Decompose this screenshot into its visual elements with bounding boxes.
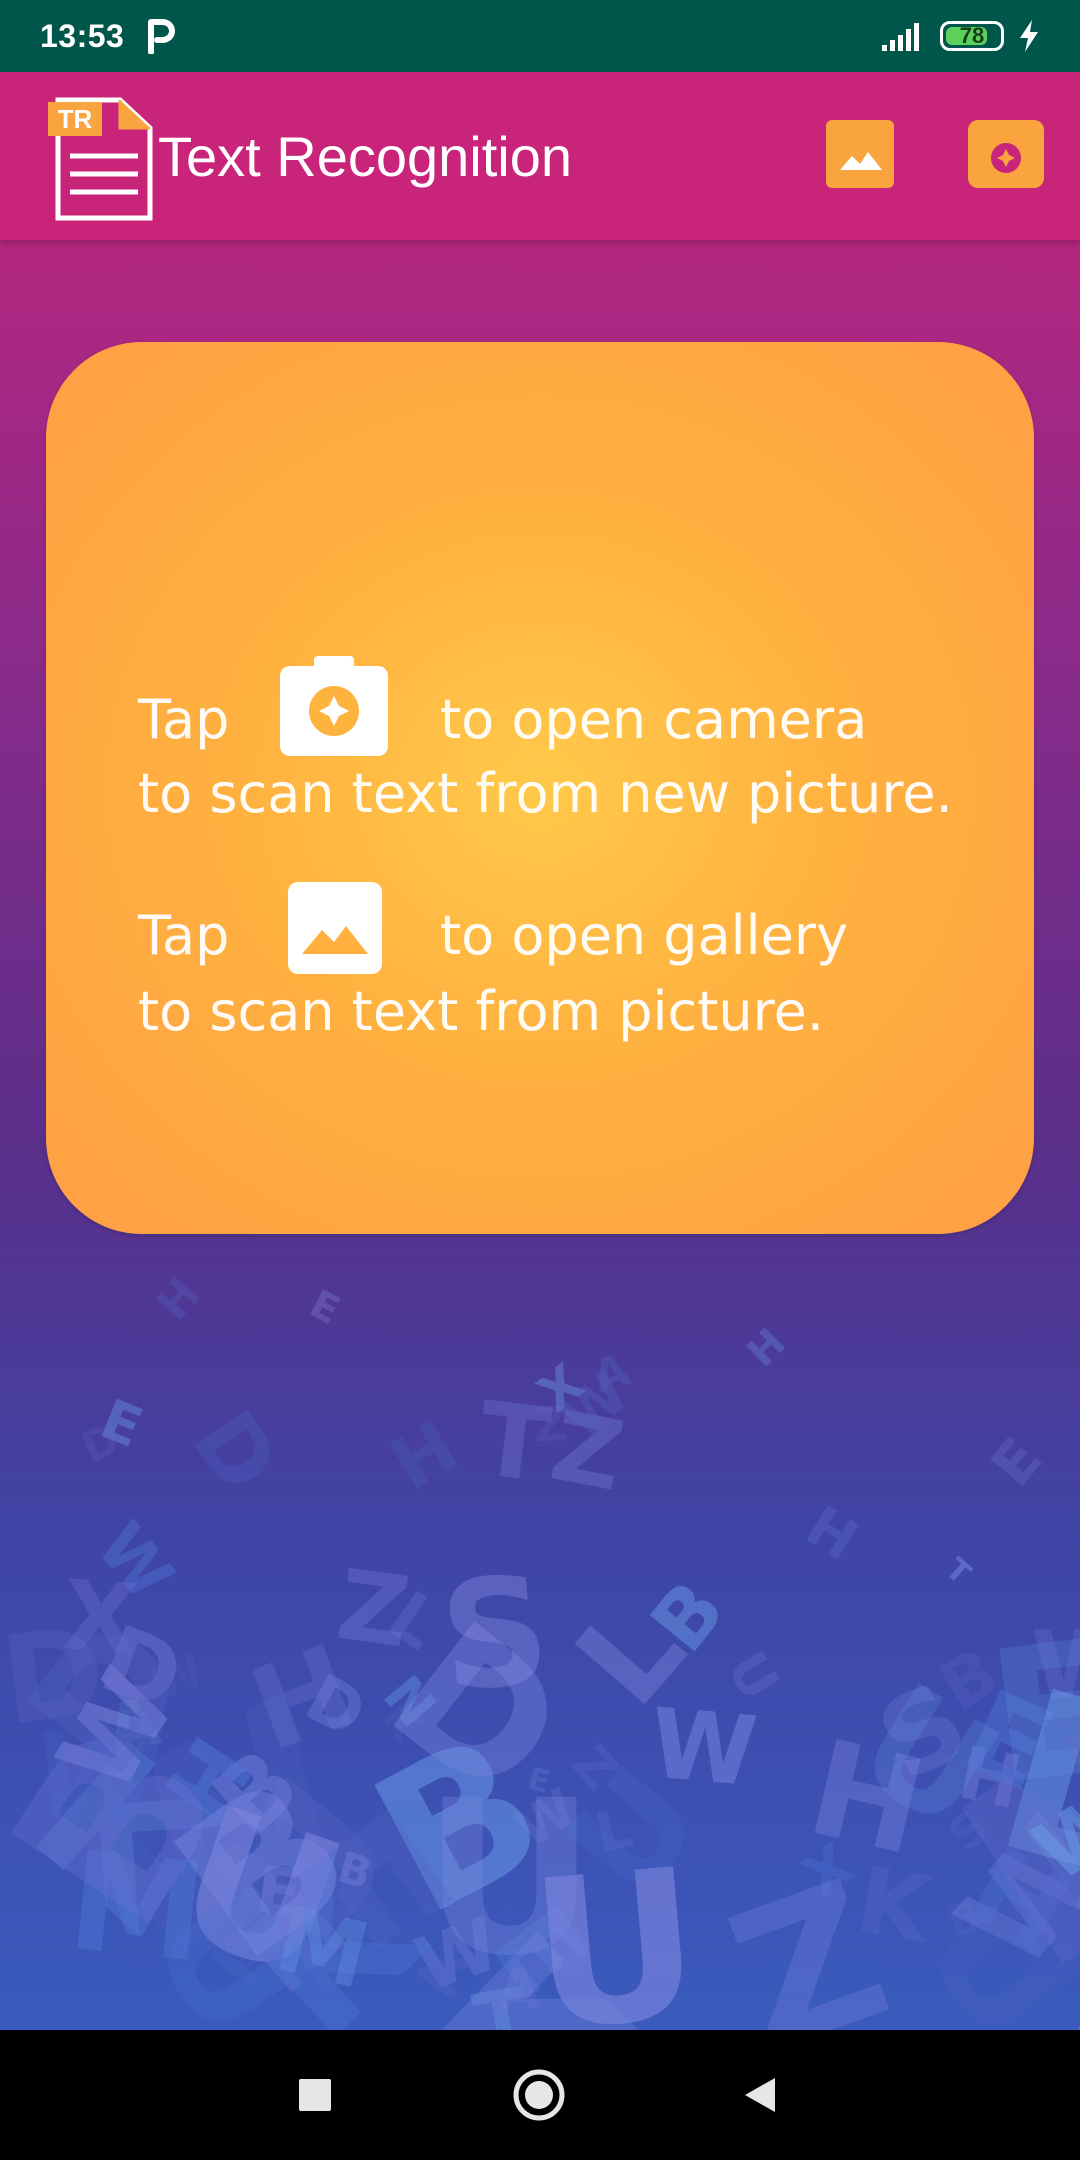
- recents-button[interactable]: [280, 2060, 350, 2130]
- letters-background: WZUEDTUBKHXEWSHMABD EWUNKZLHWEBDWZUEDTU B K…: [0, 1267, 1080, 2030]
- battery-icon: 78: [940, 21, 1004, 51]
- signal-icon: [882, 23, 919, 51]
- navigation-bar: [0, 2030, 1080, 2160]
- background-letter: E: [978, 1425, 1056, 1499]
- image-icon: [302, 926, 368, 954]
- gallery-button[interactable]: [826, 120, 894, 188]
- battery-level: 78: [959, 23, 985, 48]
- app-title: Text Recognition: [158, 125, 573, 188]
- background-letter: H: [376, 1404, 471, 1507]
- image-icon: [840, 152, 882, 170]
- square-icon: [299, 2079, 331, 2111]
- background-letter: H: [146, 1267, 211, 1330]
- app-toolbar: TR Text Recognition: [0, 72, 1080, 240]
- gallery-action-text: to open gallery: [440, 904, 849, 967]
- camera-button[interactable]: [968, 120, 1044, 188]
- status-bar: 13:53 78: [0, 0, 1080, 72]
- camera-icon: [991, 124, 1021, 173]
- camera-icon: [309, 656, 359, 736]
- background-letter: H: [739, 1320, 795, 1376]
- back-button[interactable]: [726, 2060, 796, 2130]
- camera-hint-icon: [280, 656, 388, 756]
- logo-badge: TR: [58, 104, 93, 134]
- circle-icon: [513, 2069, 565, 2121]
- instruction-card: Tap to open camera to scan text from new…: [46, 342, 1034, 1234]
- app-logo-icon: TR: [48, 97, 153, 221]
- camera-action-text: to open camera: [440, 688, 868, 751]
- background-letter: S: [434, 1544, 556, 1726]
- background-letter: E: [302, 1282, 346, 1334]
- gallery-hint-icon: [288, 882, 382, 974]
- gallery-desc-text: to scan text from picture.: [138, 980, 825, 1043]
- background-letter: W: [28, 1708, 166, 1852]
- parking-app-icon: [148, 19, 176, 54]
- charging-bolt-icon: [1020, 20, 1038, 52]
- triangle-back-icon: [745, 2078, 775, 2112]
- background-letter: T: [939, 1552, 978, 1592]
- gallery-tap-text: Tap: [138, 904, 230, 967]
- camera-tap-text: Tap: [138, 688, 230, 751]
- background-letter: D: [173, 1392, 299, 1510]
- home-button[interactable]: [504, 2060, 574, 2130]
- app-content: WZUEDTUBKHXEWSHMABDEWUNKZLHWEBDWZUEDTUBK…: [0, 72, 1080, 2030]
- status-icons: 78: [882, 20, 1040, 52]
- background-letter: H: [795, 1494, 869, 1574]
- status-time: 13:53: [40, 17, 125, 54]
- camera-desc-text: to scan text from new picture.: [138, 762, 953, 825]
